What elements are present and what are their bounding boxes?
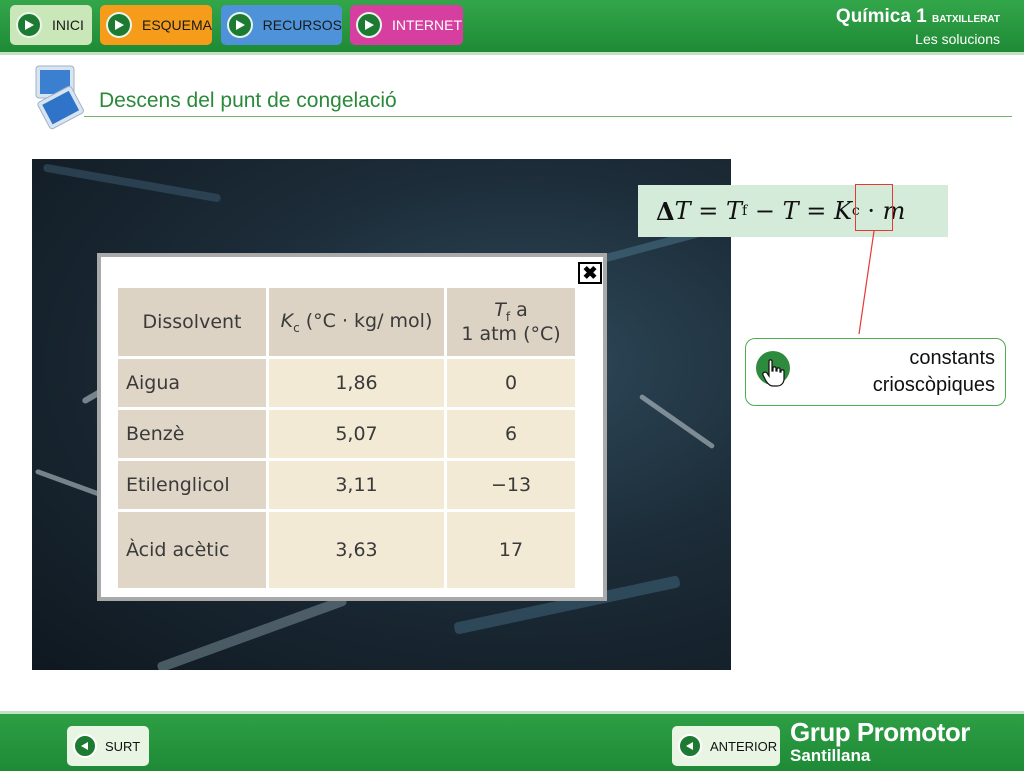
formula-eq2: =: [798, 197, 834, 225]
header-solvent: Dissolvent: [118, 288, 266, 356]
solvent-cell: Benzè: [118, 410, 266, 458]
table-row: Etilenglicol 3,11 −13: [118, 461, 575, 509]
anterior-label: ANTERIOR: [710, 738, 778, 754]
close-icon[interactable]: ✖: [578, 262, 602, 284]
callout-text: constants crioscòpiques: [873, 345, 995, 399]
back-arrow-icon: [73, 734, 97, 758]
kc-highlight-box: [855, 184, 893, 231]
publisher-logo: Grup Promotor Santillana: [790, 718, 970, 766]
internet-label: INTERNET: [392, 17, 462, 33]
formula-eq1: =: [690, 197, 727, 225]
book-title: Química 1 BATXILLERAT: [836, 6, 1000, 28]
recursos-label: RECURSOS: [262, 17, 342, 33]
unit-subtitle: Les solucions: [915, 31, 1000, 47]
header-kc: Kc (°C · kg/ mol): [269, 288, 444, 356]
kc-cell: 5,07: [269, 410, 444, 458]
freezing-point-table: Dissolvent Kc (°C · kg/ mol) Tf a1 atm (…: [115, 285, 578, 591]
header-tf: Tf a1 atm (°C): [447, 288, 575, 356]
play-icon: [16, 12, 42, 38]
anterior-button[interactable]: ANTERIOR: [672, 726, 780, 766]
tf-cell: 17: [447, 512, 575, 588]
solvent-cell: Àcid acètic: [118, 512, 266, 588]
table-row: Benzè 5,07 6: [118, 410, 575, 458]
solvent-cell: Etilenglicol: [118, 461, 266, 509]
tf-cell: 0: [447, 359, 575, 407]
surt-label: SURT: [105, 738, 141, 754]
bottom-bar: SURT ANTERIOR Grup Promotor Santillana: [0, 711, 1024, 771]
tf-cell: 6: [447, 410, 575, 458]
hand-pointer-icon: [762, 359, 786, 394]
formula-box: ΔT = Tf − T = Kc · m: [638, 185, 948, 237]
callout-line1: constants: [909, 347, 995, 369]
kc-cell: 3,63: [269, 512, 444, 588]
play-icon: [106, 12, 132, 38]
internet-button[interactable]: INTERNET: [350, 5, 463, 45]
formula-tf: T: [726, 197, 743, 225]
play-icon: [356, 12, 382, 38]
logo-line1: Grup Promotor: [790, 717, 970, 747]
formula-delta: Δ: [656, 196, 675, 226]
surt-button[interactable]: SURT: [67, 726, 149, 766]
back-arrow-icon: [678, 734, 702, 758]
solvent-cell: Aigua: [118, 359, 266, 407]
formula-minus: −: [747, 197, 783, 225]
table-panel: ✖ Dissolvent Kc (°C · kg/ mol) Tf a1 atm…: [97, 253, 607, 601]
kc-callout[interactable]: constants crioscòpiques: [745, 338, 1006, 406]
kc-cell: 3,11: [269, 461, 444, 509]
kc-cell: 1,86: [269, 359, 444, 407]
recursos-button[interactable]: RECURSOS: [221, 5, 342, 45]
play-icon: [227, 12, 253, 38]
book-title-text: Química 1: [835, 6, 927, 27]
formula-t2: T: [782, 197, 799, 225]
formula-t1: T: [674, 197, 691, 225]
inici-button[interactable]: INICI: [10, 5, 92, 45]
logo-line2: Santillana: [790, 746, 871, 765]
screens-icon: [32, 64, 84, 130]
top-bar: INICI ESQUEMA RECURSOS INTERNET Química …: [0, 0, 1024, 55]
tf-cell: −13: [447, 461, 575, 509]
table-row: Àcid acètic 3,63 17: [118, 512, 575, 588]
formula-k: K: [833, 197, 852, 225]
title-divider: [84, 116, 1012, 117]
book-level: BATXILLERAT: [932, 14, 1000, 25]
callout-line2: crioscòpiques: [872, 374, 995, 396]
page-title: Descens del punt de congelació: [99, 89, 397, 112]
inici-label: INICI: [52, 17, 84, 33]
esquema-label: ESQUEMA: [141, 17, 212, 33]
esquema-button[interactable]: ESQUEMA: [100, 5, 212, 45]
table-header-row: Dissolvent Kc (°C · kg/ mol) Tf a1 atm (…: [118, 288, 575, 356]
table-row: Aigua 1,86 0: [118, 359, 575, 407]
